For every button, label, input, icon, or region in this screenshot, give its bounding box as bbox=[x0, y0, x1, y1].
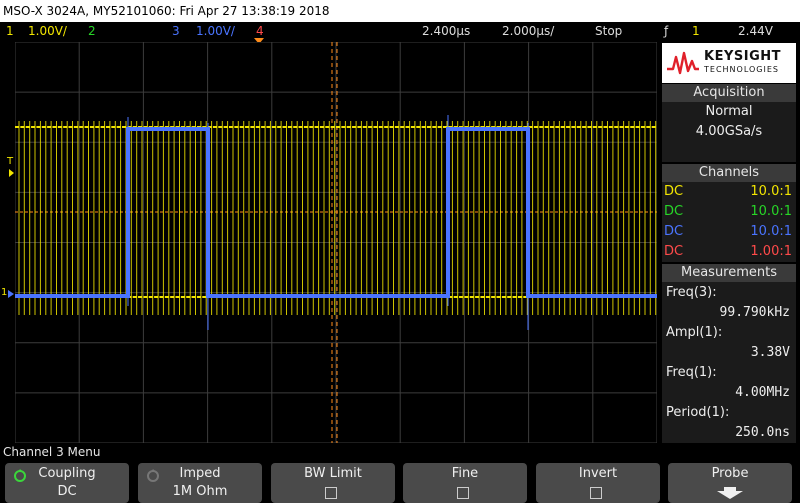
ch4-coupling: DC bbox=[664, 244, 684, 259]
bw-limit-checkbox[interactable] bbox=[325, 487, 337, 499]
trigger-level-marker: T bbox=[7, 156, 14, 167]
channels-body: DC 10.0:1 DC 10.0:1 DC 10.0:1 DC 1.00:1 bbox=[662, 182, 796, 262]
ch2-probe-ratio: 10.0:1 bbox=[750, 204, 792, 219]
ch4-probe-ratio: 1.00:1 bbox=[750, 244, 792, 259]
coupling-label: Coupling bbox=[38, 466, 96, 481]
trigger-level-arrow bbox=[9, 169, 14, 177]
measurement-label: Ampl(1): bbox=[666, 325, 723, 340]
invert-label: Invert bbox=[578, 466, 618, 481]
ch2-coupling: DC bbox=[664, 204, 684, 219]
waveform-svg bbox=[15, 42, 657, 443]
ch1-number[interactable]: 1 bbox=[6, 22, 14, 40]
imped-value: 1M Ohm bbox=[172, 484, 228, 499]
acquisition-mode: Normal bbox=[705, 104, 753, 119]
probe-label: Probe bbox=[711, 466, 749, 481]
measurement-value: 99.790kHz bbox=[719, 305, 790, 320]
acquisition-body: Normal 4.00GSa/s bbox=[662, 102, 796, 162]
bw-limit-softkey[interactable]: BW Limit bbox=[271, 463, 395, 503]
measurement-label: Freq(3): bbox=[666, 285, 717, 300]
measurement-value: 250.0ns bbox=[735, 425, 790, 440]
ch3-ground-arrow bbox=[8, 290, 14, 298]
ch1-scale[interactable]: 1.00V/ bbox=[28, 22, 67, 40]
ch1-coupling: DC bbox=[664, 184, 684, 199]
ch3-scale[interactable]: 1.00V/ bbox=[196, 22, 235, 40]
coupling-softkey[interactable]: Coupling DC bbox=[5, 463, 129, 503]
submenu-arrow-icon bbox=[717, 487, 743, 499]
ch1-ground-marker: 1 bbox=[1, 287, 8, 298]
logo-subtext: TECHNOLOGIES bbox=[704, 65, 779, 74]
bw-limit-label: BW Limit bbox=[304, 466, 362, 481]
fine-checkbox[interactable] bbox=[457, 487, 469, 499]
imped-label: Imped bbox=[179, 466, 221, 481]
time-scale[interactable]: 2.000μs/ bbox=[502, 22, 554, 40]
ch3-probe-ratio: 10.0:1 bbox=[750, 224, 792, 239]
keysight-logo: KEYSIGHT TECHNOLOGIES bbox=[662, 43, 796, 83]
channel-row-2[interactable]: DC 10.0:1 bbox=[664, 202, 794, 222]
measurements-header[interactable]: Measurements bbox=[662, 264, 796, 282]
run-state[interactable]: Stop bbox=[595, 22, 622, 40]
ch3-number[interactable]: 3 bbox=[172, 22, 180, 40]
window-title: MSO-X 3024A, MY52101060: Fri Apr 27 13:3… bbox=[0, 0, 800, 22]
time-delay[interactable]: 2.400μs bbox=[422, 22, 470, 40]
measurement-label: Period(1): bbox=[666, 405, 730, 420]
imped-softkey[interactable]: Imped 1M Ohm bbox=[138, 463, 262, 503]
softkey-bar: Coupling DC Imped 1M Ohm BW Limit Fine I… bbox=[0, 461, 800, 503]
invert-softkey[interactable]: Invert bbox=[536, 463, 660, 503]
measurements-body: Freq(3): 99.790kHz Ampl(1): 3.38V Freq(1… bbox=[662, 282, 796, 443]
ch3-coupling: DC bbox=[664, 224, 684, 239]
channel-row-4[interactable]: DC 1.00:1 bbox=[664, 242, 794, 262]
channel-row-1[interactable]: DC 10.0:1 bbox=[664, 182, 794, 202]
keysight-wave-icon bbox=[667, 51, 699, 75]
probe-softkey[interactable]: Probe bbox=[668, 463, 792, 503]
fine-softkey[interactable]: Fine bbox=[403, 463, 527, 503]
ch2-number[interactable]: 2 bbox=[88, 22, 96, 40]
logo-text: KEYSIGHT bbox=[704, 49, 781, 64]
ch1-probe-ratio: 10.0:1 bbox=[750, 184, 792, 199]
measurement-value: 3.38V bbox=[750, 345, 790, 360]
trigger-source[interactable]: 1 bbox=[692, 22, 700, 40]
status-bar: 1 1.00V/ 2 3 1.00V/ 4 2.400μs 2.000μs/ S… bbox=[0, 22, 800, 40]
channel-row-3[interactable]: DC 10.0:1 bbox=[664, 222, 794, 242]
acquisition-header[interactable]: Acquisition bbox=[662, 84, 796, 102]
invert-checkbox[interactable] bbox=[590, 487, 602, 499]
measurement-label: Freq(1): bbox=[666, 365, 717, 380]
sample-rate: 4.00GSa/s bbox=[695, 124, 763, 139]
coupling-value: DC bbox=[57, 484, 77, 499]
menu-title: Channel 3 Menu bbox=[0, 444, 800, 461]
fine-label: Fine bbox=[451, 466, 479, 481]
channels-header[interactable]: Channels bbox=[662, 164, 796, 182]
trigger-level[interactable]: 2.44V bbox=[738, 22, 773, 40]
measurement-value: 4.00MHz bbox=[735, 385, 790, 400]
waveform-display[interactable] bbox=[15, 42, 657, 443]
trigger-icon: ƒ bbox=[664, 24, 669, 38]
